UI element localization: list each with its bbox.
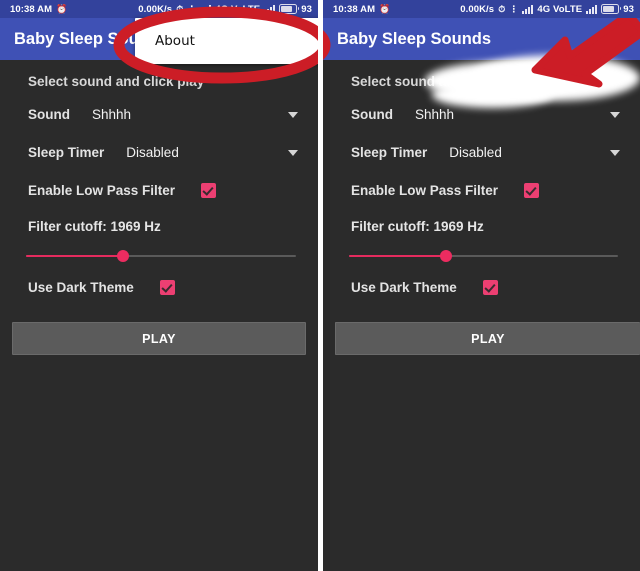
- sound-value: Shhhh: [415, 106, 455, 122]
- low-pass-filter-row[interactable]: Enable Low Pass Filter: [323, 171, 640, 209]
- signal-bars-icon: [200, 4, 212, 14]
- slider-thumb[interactable]: [117, 250, 130, 262]
- sync-icon: ⋮: [509, 3, 519, 14]
- play-button[interactable]: PLAY: [12, 322, 306, 355]
- app-bar-right: Baby Sleep Sounds: [323, 18, 640, 60]
- status-data-rate: 0.00K/s: [460, 3, 495, 15]
- slider-fill: [349, 255, 446, 257]
- filter-cutoff-label: Filter cutoff: 1969 Hz: [351, 219, 484, 234]
- battery-icon: [279, 4, 300, 14]
- filter-cutoff-label: Filter cutoff: 1969 Hz: [28, 219, 161, 234]
- dark-theme-label: Use Dark Theme: [351, 279, 457, 295]
- sleep-timer-label: Sleep Timer: [28, 144, 105, 160]
- app-title: Baby Sleep Sounds: [337, 29, 492, 48]
- sound-label: Sound: [351, 106, 393, 122]
- status-network: 4G VoLTE: [537, 3, 583, 15]
- slider-fill: [26, 255, 124, 257]
- screenshot-root: 10:38 AM ⏰ 0.00K/s ⏱ ⋮ 4G VoLTE 93 Baby …: [0, 0, 640, 571]
- chevron-down-icon[interactable]: [610, 112, 620, 118]
- status-bar-left: 10:38 AM ⏰ 0.00K/s ⏱ ⋮ 4G VoLTE 93: [0, 0, 318, 18]
- status-bar-right: 10:38 AM ⏰ 0.00K/s ⏱ ⋮ 4G VoLTE 93: [323, 0, 640, 18]
- dark-theme-checkbox[interactable]: [482, 279, 498, 295]
- sound-label: Sound: [28, 106, 70, 122]
- alarm-clock-icon: ⏰: [379, 3, 391, 14]
- erase-smudge-3: [470, 55, 640, 101]
- overflow-menu-left[interactable]: About: [135, 18, 318, 64]
- filter-cutoff-slider[interactable]: [349, 250, 618, 262]
- status-data-rate: 0.00K/s: [138, 3, 173, 15]
- battery-icon: [601, 4, 622, 14]
- sound-value: Shhhh: [92, 106, 132, 122]
- dark-theme-row[interactable]: Use Dark Theme: [323, 268, 640, 306]
- status-network: 4G VoLTE: [215, 3, 261, 15]
- main-content-left: Select sound and click play Sound Shhhh …: [0, 60, 318, 571]
- slider-thumb[interactable]: [439, 250, 452, 262]
- dark-theme-label: Use Dark Theme: [28, 279, 134, 295]
- play-button[interactable]: PLAY: [335, 322, 640, 355]
- low-pass-filter-checkbox[interactable]: [524, 182, 540, 198]
- sync-icon: ⋮: [187, 3, 197, 14]
- hint-text: Select sound and click play: [28, 74, 205, 89]
- status-battery-percent: 93: [301, 3, 312, 15]
- signal-bars-icon: [522, 4, 534, 14]
- low-pass-filter-label: Enable Low Pass Filter: [351, 182, 499, 198]
- sound-row[interactable]: Sound Shhhh: [0, 95, 318, 133]
- phone-screenshot-left: 10:38 AM ⏰ 0.00K/s ⏱ ⋮ 4G VoLTE 93 Baby …: [0, 0, 318, 571]
- status-time: 10:38 AM: [10, 3, 53, 15]
- status-battery-percent: 93: [623, 3, 634, 15]
- low-pass-filter-checkbox[interactable]: [201, 182, 217, 198]
- sleep-timer-value: Disabled: [126, 144, 179, 160]
- signal-bars-icon-2: [264, 4, 276, 14]
- chevron-down-icon[interactable]: [288, 112, 298, 118]
- dark-theme-checkbox[interactable]: [159, 279, 175, 295]
- clock-icon: ⏱: [498, 3, 506, 14]
- clock-icon: ⏱: [176, 3, 184, 14]
- status-bar-left-group: 10:38 AM ⏰: [323, 4, 390, 15]
- status-time: 10:38 AM: [333, 3, 376, 15]
- chevron-down-icon[interactable]: [288, 150, 298, 156]
- status-bar-left-group: 10:38 AM ⏰: [0, 4, 67, 15]
- chevron-down-icon[interactable]: [610, 150, 620, 156]
- sleep-timer-value: Disabled: [449, 144, 502, 160]
- low-pass-filter-row[interactable]: Enable Low Pass Filter: [0, 171, 318, 209]
- main-content-right: Select sound and click play Sound Shhhh …: [323, 60, 640, 571]
- status-bar-right-group: 0.00K/s ⏱ ⋮ 4G VoLTE 93: [138, 4, 318, 15]
- menu-item-about[interactable]: About: [135, 27, 209, 55]
- low-pass-filter-label: Enable Low Pass Filter: [28, 182, 176, 198]
- sleep-timer-label: Sleep Timer: [351, 144, 428, 160]
- signal-bars-icon-2: [586, 4, 598, 14]
- sleep-timer-row[interactable]: Sleep Timer Disabled: [323, 133, 640, 171]
- status-bar-right-group: 0.00K/s ⏱ ⋮ 4G VoLTE 93: [460, 4, 640, 15]
- filter-cutoff-slider[interactable]: [26, 250, 296, 262]
- dark-theme-row[interactable]: Use Dark Theme: [0, 268, 318, 306]
- alarm-clock-icon: ⏰: [56, 3, 68, 14]
- sleep-timer-row[interactable]: Sleep Timer Disabled: [0, 133, 318, 171]
- panel-divider: [318, 0, 323, 571]
